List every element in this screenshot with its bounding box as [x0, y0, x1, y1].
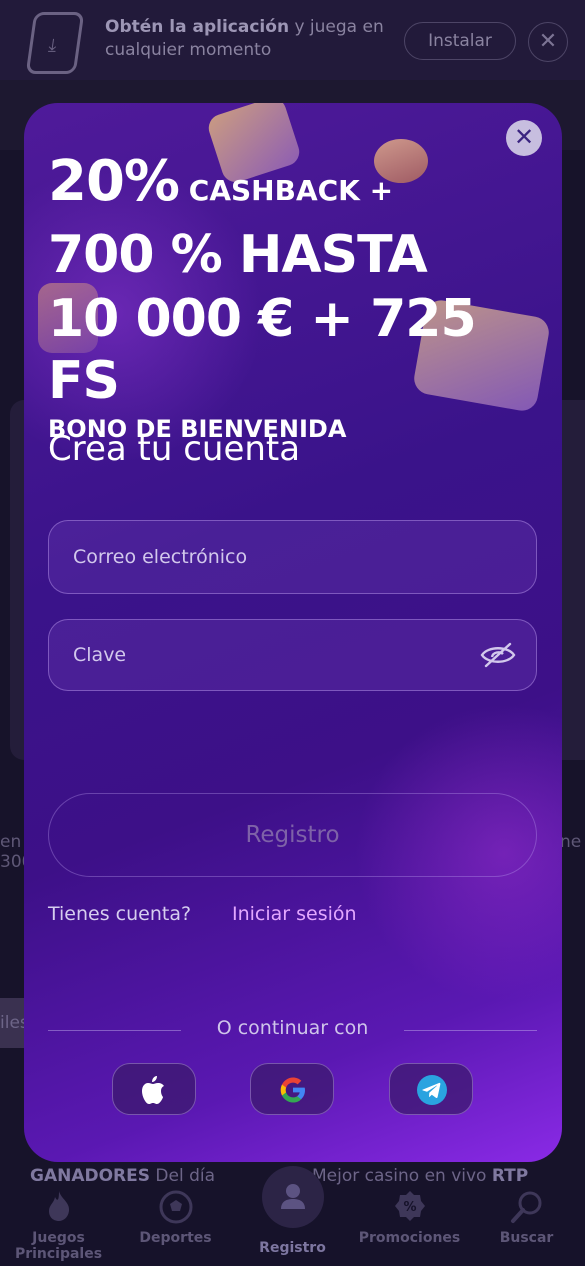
- app-install-banner: ⤓ Obtén la aplicación y juega en cualqui…: [0, 0, 585, 80]
- svg-text:%: %: [403, 1200, 416, 1215]
- nav-registro[interactable]: Registro: [234, 1166, 351, 1266]
- ball-icon: [117, 1190, 234, 1230]
- google-login-button[interactable]: [250, 1063, 334, 1115]
- install-button[interactable]: Instalar: [404, 22, 516, 60]
- promo-amount: 10 000 € + 725 FS: [48, 289, 477, 411]
- google-icon: [280, 1077, 305, 1103]
- divider: [48, 1030, 181, 1031]
- phone-download-icon: ⤓: [25, 12, 85, 74]
- winners-heading: GANADORES Del día: [30, 1166, 216, 1186]
- nav-deportes[interactable]: Deportes: [117, 1190, 234, 1266]
- promo-percent: 20%: [48, 149, 180, 214]
- flame-icon: [0, 1190, 117, 1230]
- banner-text: Obtén la aplicación y juega en cualquier…: [105, 17, 384, 60]
- divider: [404, 1030, 537, 1031]
- nav-label: Registro: [259, 1240, 326, 1256]
- banner-close-icon[interactable]: ✕: [528, 22, 568, 62]
- nav-promociones[interactable]: % Promociones: [351, 1190, 468, 1266]
- login-link[interactable]: Iniciar sesión: [232, 903, 357, 925]
- search-icon: [468, 1190, 585, 1230]
- promo-cashback: CASHBACK +: [179, 174, 394, 207]
- continue-with-text: O continuar con: [216, 1017, 369, 1039]
- nav-label: Deportes: [139, 1230, 212, 1246]
- badge-percent-icon: %: [351, 1190, 468, 1230]
- user-icon: [262, 1166, 324, 1228]
- background-card: [560, 400, 585, 760]
- nav-label: Buscar: [499, 1230, 554, 1246]
- eye-off-icon[interactable]: [480, 642, 516, 672]
- telegram-icon: [417, 1075, 447, 1105]
- have-account-text: Tienes cuenta?: [48, 903, 192, 925]
- nav-buscar[interactable]: Buscar: [468, 1190, 585, 1266]
- nav-label: Juegos Principales: [14, 1230, 103, 1262]
- promo-line: 700 % HASTA: [48, 225, 428, 285]
- live-casino-heading: Mejor casino en vivo RTP: [312, 1166, 529, 1186]
- bottom-nav: Juegos Principales Deportes Registro % P…: [0, 1166, 585, 1266]
- password-field[interactable]: [48, 619, 537, 691]
- email-field[interactable]: [48, 520, 537, 594]
- telegram-login-button[interactable]: [389, 1063, 473, 1115]
- registration-modal: ✕ 20% CASHBACK + 700 % HASTA 10 000 € + …: [24, 103, 562, 1162]
- welcome-bonus-promo: 20% CASHBACK + 700 % HASTA 10 000 € + 72…: [48, 151, 562, 446]
- nav-juegos-principales[interactable]: Juegos Principales: [0, 1190, 117, 1266]
- apple-icon: [142, 1076, 164, 1104]
- apple-login-button[interactable]: [112, 1063, 196, 1115]
- nav-label: Promociones: [358, 1230, 461, 1246]
- form-title: Crea tu cuenta: [48, 429, 301, 469]
- background-text: ne: [560, 832, 582, 852]
- register-button[interactable]: Registro: [48, 793, 537, 877]
